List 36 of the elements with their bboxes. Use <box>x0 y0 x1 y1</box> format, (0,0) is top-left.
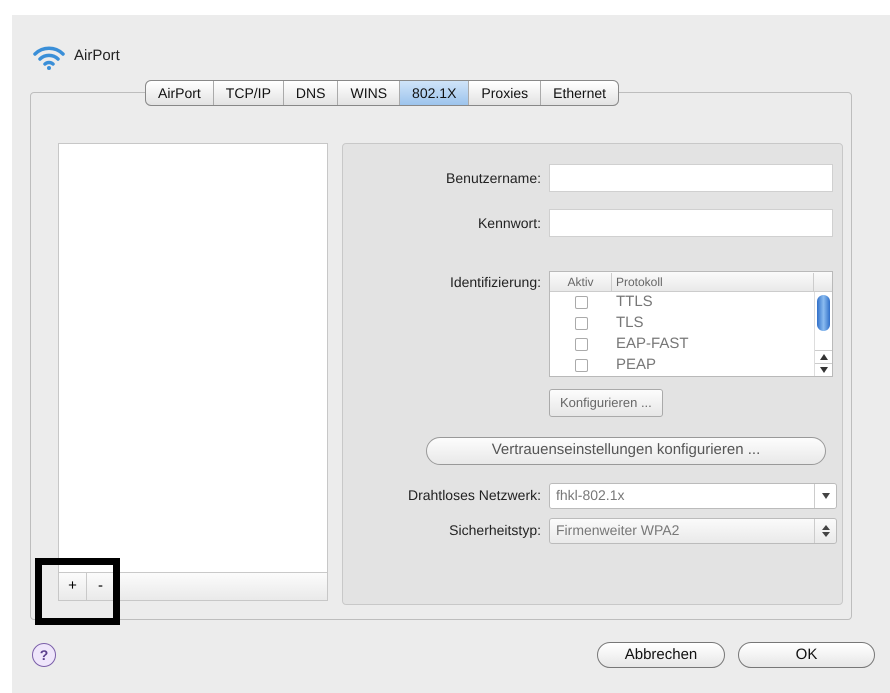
scroll-up-arrow[interactable] <box>815 350 832 363</box>
checkbox[interactable] <box>574 338 588 351</box>
column-header: Protokoll <box>612 272 814 290</box>
protocol-name: TTLS <box>615 292 653 312</box>
window-title: AirPort <box>74 46 120 66</box>
protocol-name: TLS <box>615 313 644 334</box>
tab[interactable]: AirPort <box>146 81 214 105</box>
username-label: Benutzername: <box>445 168 541 188</box>
identification-label: Identifizierung: <box>448 273 541 292</box>
interface-list[interactable]: + - <box>58 143 328 601</box>
ok-button[interactable]: OK <box>738 642 875 668</box>
security-type-label: Sicherheitstyp: <box>448 521 541 540</box>
password-label: Kennwort: <box>476 214 541 232</box>
network-combo-box[interactable]: fhkl-802.1x <box>549 482 837 508</box>
protocol-name: PEAP <box>615 355 656 376</box>
password-field[interactable] <box>549 209 833 237</box>
checkbox[interactable] <box>574 317 588 330</box>
username-field[interactable] <box>549 164 833 192</box>
remove-button[interactable]: - <box>87 573 115 600</box>
checkbox[interactable] <box>574 359 588 372</box>
scroll-bar[interactable] <box>814 292 832 376</box>
configure-button[interactable]: Konfigurieren ... <box>549 389 663 416</box>
column-header: Aktiv <box>550 272 612 290</box>
network-label: Drahtloses Netzwerk: <box>406 486 541 505</box>
tab[interactable]: TCP/IP <box>214 81 284 105</box>
tab[interactable]: Ethernet <box>541 81 618 105</box>
protocol-name: EAP-FAST <box>615 334 689 354</box>
trust-settings-button[interactable]: Vertrauenseinstellungen konfigurieren ... <box>426 436 826 464</box>
add-button[interactable]: + <box>59 573 87 600</box>
tab[interactable]: Proxies <box>469 81 542 105</box>
tab[interactable]: 802.1X <box>400 81 470 105</box>
cancel-button[interactable]: Abbrechen <box>597 642 725 668</box>
help-button[interactable]: ? <box>32 643 56 667</box>
security-type-popup[interactable]: Firmenweiter WPA2 <box>549 518 837 544</box>
checkbox[interactable] <box>574 296 588 309</box>
tab[interactable]: DNS <box>284 81 338 105</box>
